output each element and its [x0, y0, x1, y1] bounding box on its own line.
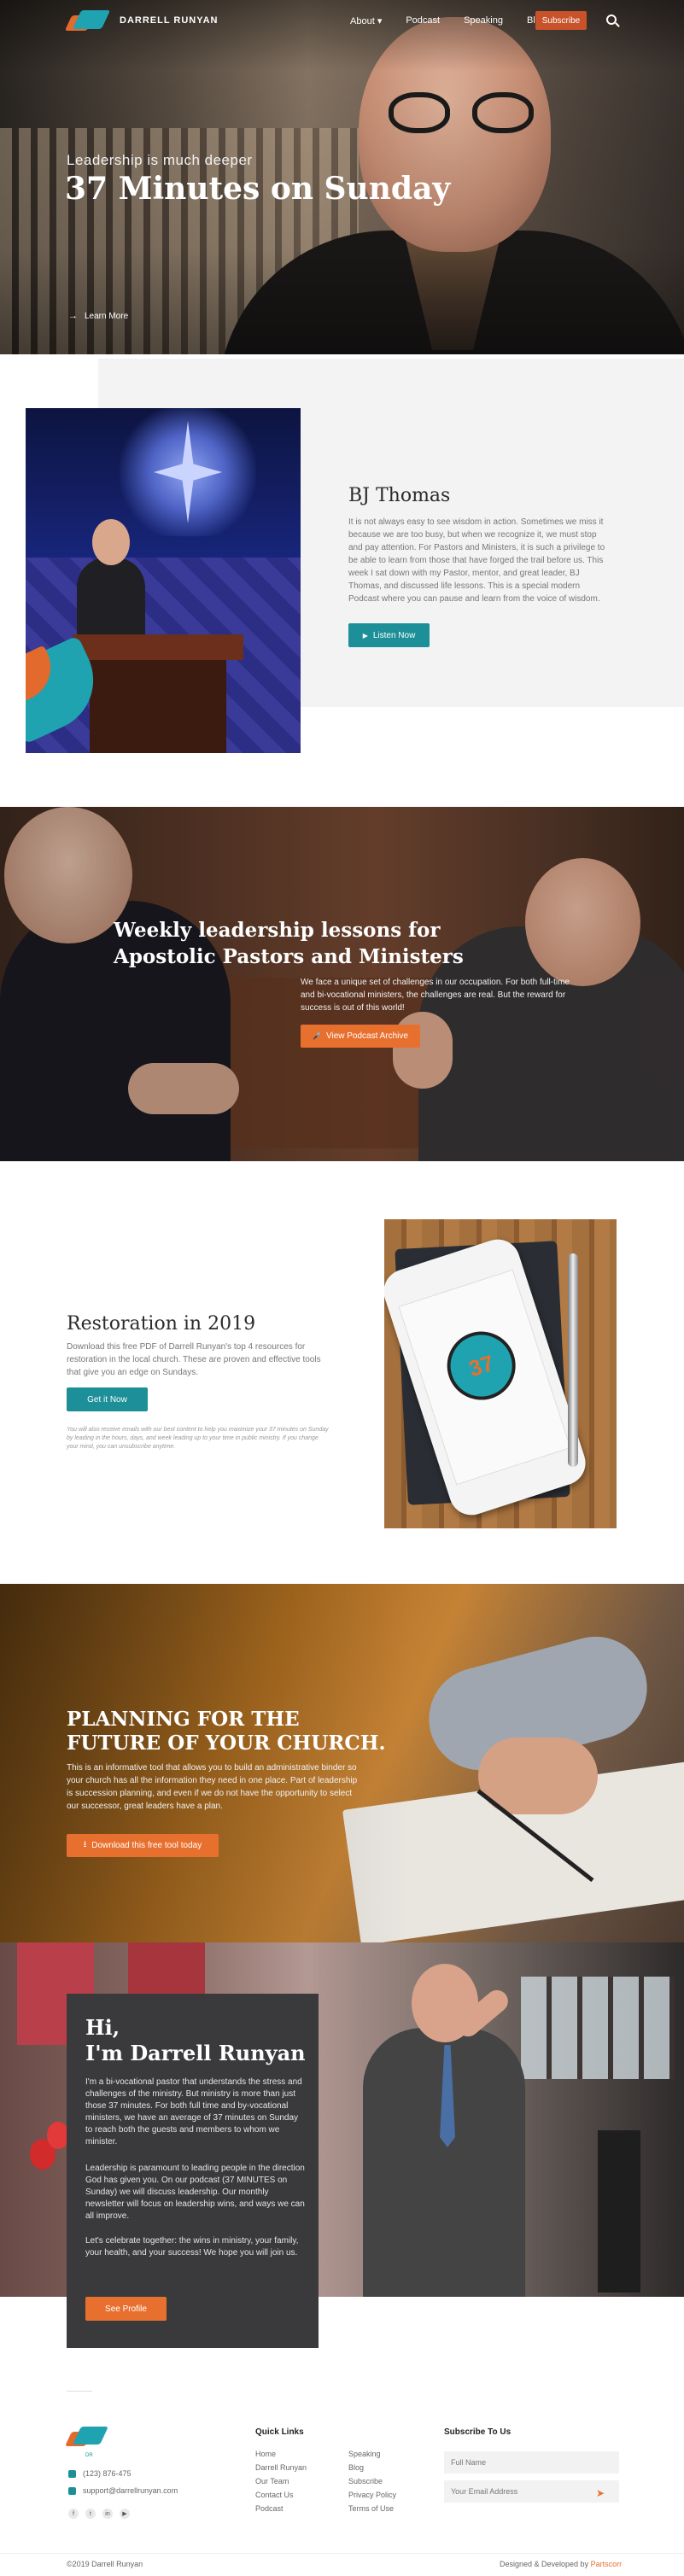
listen-now-button[interactable]: ▶ Listen Now: [348, 623, 430, 647]
bj-thomas-photo: [26, 408, 301, 753]
footer-bottom-divider: [0, 2553, 684, 2554]
footer-phone-number: (123) 876-475: [83, 2469, 132, 2478]
microphone-icon: 🎤: [313, 1032, 321, 1040]
designed-by-label: Designed & Developed by: [500, 2560, 589, 2568]
footer-link-privacy-policy[interactable]: Privacy Policy: [348, 2491, 396, 2499]
full-name-input[interactable]: Full Name: [444, 2451, 619, 2474]
planning-title: PLANNING FOR THE FUTURE OF YOUR CHURCH.: [67, 1708, 386, 1755]
quick-links-title: Quick Links: [255, 2427, 304, 2437]
about-paragraph-2: Leadership is paramount to leading peopl…: [85, 2164, 305, 2221]
restoration-fine-print: You will also receive emails with our be…: [67, 1427, 329, 1450]
restoration-description: Download this free PDF of Darrell Runyan…: [67, 1342, 321, 1377]
chevron-down-icon: ▾: [377, 16, 383, 26]
download-free-tool-label: Download this free tool today: [91, 1841, 202, 1850]
nav-item-podcast[interactable]: Podcast: [406, 15, 440, 26]
learn-more-link[interactable]: → Learn More: [68, 311, 128, 321]
email-input[interactable]: Your Email Address: [444, 2480, 619, 2503]
hero-title: 37 Minutes on Sunday: [65, 171, 451, 207]
nav-item-speaking[interactable]: Speaking: [464, 15, 503, 26]
footer-link-our-team[interactable]: Our Team: [255, 2477, 289, 2485]
bj-description: It is not always easy to see wisdom in a…: [348, 517, 605, 604]
about-heading: Hi, I'm Darrell Runyan: [85, 2015, 306, 2066]
footer-divider: [67, 2391, 92, 2392]
brand-name[interactable]: DARRELL RUNYAN: [120, 15, 218, 26]
footer-logo-text: DR: [85, 2453, 93, 2458]
facebook-icon[interactable]: f: [68, 2509, 79, 2519]
designed-by: Designed & Developed by Partscorr: [500, 2560, 622, 2568]
footer-logo-icon[interactable]: [65, 2425, 108, 2450]
phone-podcast-photo: 37: [384, 1219, 617, 1528]
email-icon: [68, 2486, 76, 2495]
about-paragraph-1: I'm a bi-vocational pastor that understa…: [85, 2077, 302, 2147]
footer-link-home[interactable]: Home: [255, 2450, 276, 2458]
about-greeting: Hi,: [85, 2015, 120, 2040]
speaker-stand: [598, 2130, 640, 2293]
footer-link-contact-us[interactable]: Contact Us: [255, 2491, 294, 2499]
footer-link-blog[interactable]: Blog: [348, 2463, 364, 2472]
search-icon[interactable]: [606, 15, 617, 25]
about-name: I'm Darrell Runyan: [85, 2041, 306, 2065]
nav-menu: About ▾ Podcast Speaking Blog: [350, 15, 546, 26]
learn-more-label: Learn More: [85, 311, 129, 321]
twitter-icon[interactable]: t: [85, 2509, 96, 2519]
download-icon: ⭳: [83, 1840, 87, 1849]
social-links: f t in ▶: [68, 2509, 130, 2519]
pen: [568, 1253, 578, 1467]
download-free-tool-button[interactable]: ⭳ Download this free tool today: [67, 1834, 219, 1857]
about-paragraph-3: Let's celebrate together: the wins in mi…: [85, 2236, 299, 2258]
podcast-badge-number: 37: [465, 1349, 497, 1381]
nav-item-about[interactable]: About ▾: [350, 15, 382, 26]
podcast-badge-icon: 37: [438, 1323, 525, 1409]
footer-link-podcast[interactable]: Podcast: [255, 2504, 284, 2513]
send-icon[interactable]: ➤: [596, 2487, 605, 2499]
view-podcast-archive-label: View Podcast Archive: [325, 1031, 408, 1041]
footer-email-address: support@darrellrunyan.com: [83, 2486, 178, 2495]
phone-icon: [68, 2469, 76, 2478]
linkedin-icon[interactable]: in: [102, 2509, 113, 2519]
window: [521, 1977, 675, 2079]
view-podcast-archive-button[interactable]: 🎤 View Podcast Archive: [301, 1025, 420, 1048]
restoration-title: Restoration in 2019: [67, 1313, 256, 1335]
arrow-right-icon: →: [68, 311, 78, 321]
footer-phone[interactable]: (123) 876-475: [68, 2469, 132, 2478]
weekly-title: Weekly leadership lessons for Apostolic …: [114, 919, 464, 968]
footer-link-speaking[interactable]: Speaking: [348, 2450, 381, 2458]
footer-link-darrell-runyan[interactable]: Darrell Runyan: [255, 2463, 307, 2472]
planning-description: This is an informative tool that allows …: [67, 1763, 358, 1811]
brand-logo-icon[interactable]: [64, 9, 111, 34]
page: DARRELL RUNYAN About ▾ Podcast Speaking …: [0, 0, 684, 2576]
footer-link-subscribe[interactable]: Subscribe: [348, 2477, 383, 2485]
see-profile-button[interactable]: See Profile: [85, 2297, 167, 2321]
nav-item-about-label: About: [350, 16, 375, 26]
footer-link-terms-of-use[interactable]: Terms of Use: [348, 2504, 394, 2513]
get-it-now-button[interactable]: Get it Now: [67, 1387, 148, 1411]
podium: [73, 634, 243, 660]
footer-email[interactable]: support@darrellrunyan.com: [68, 2486, 178, 2495]
play-icon: ▶: [362, 631, 368, 640]
youtube-icon[interactable]: ▶: [120, 2509, 130, 2519]
hero-subtitle: Leadership is much deeper: [67, 152, 253, 168]
listen-now-label: Listen Now: [372, 630, 416, 640]
weekly-description: We face a unique set of challenges in ou…: [301, 978, 570, 1013]
subscribe-title: Subscribe To Us: [444, 2427, 512, 2437]
bj-title: BJ Thomas: [348, 485, 451, 506]
copyright: ©2019 Darrell Runyan: [67, 2560, 143, 2568]
top-nav: DARRELL RUNYAN About ▾ Podcast Speaking …: [0, 0, 684, 43]
designer-link[interactable]: Partscorr: [591, 2560, 623, 2568]
subscribe-button[interactable]: Subscribe: [535, 11, 587, 30]
